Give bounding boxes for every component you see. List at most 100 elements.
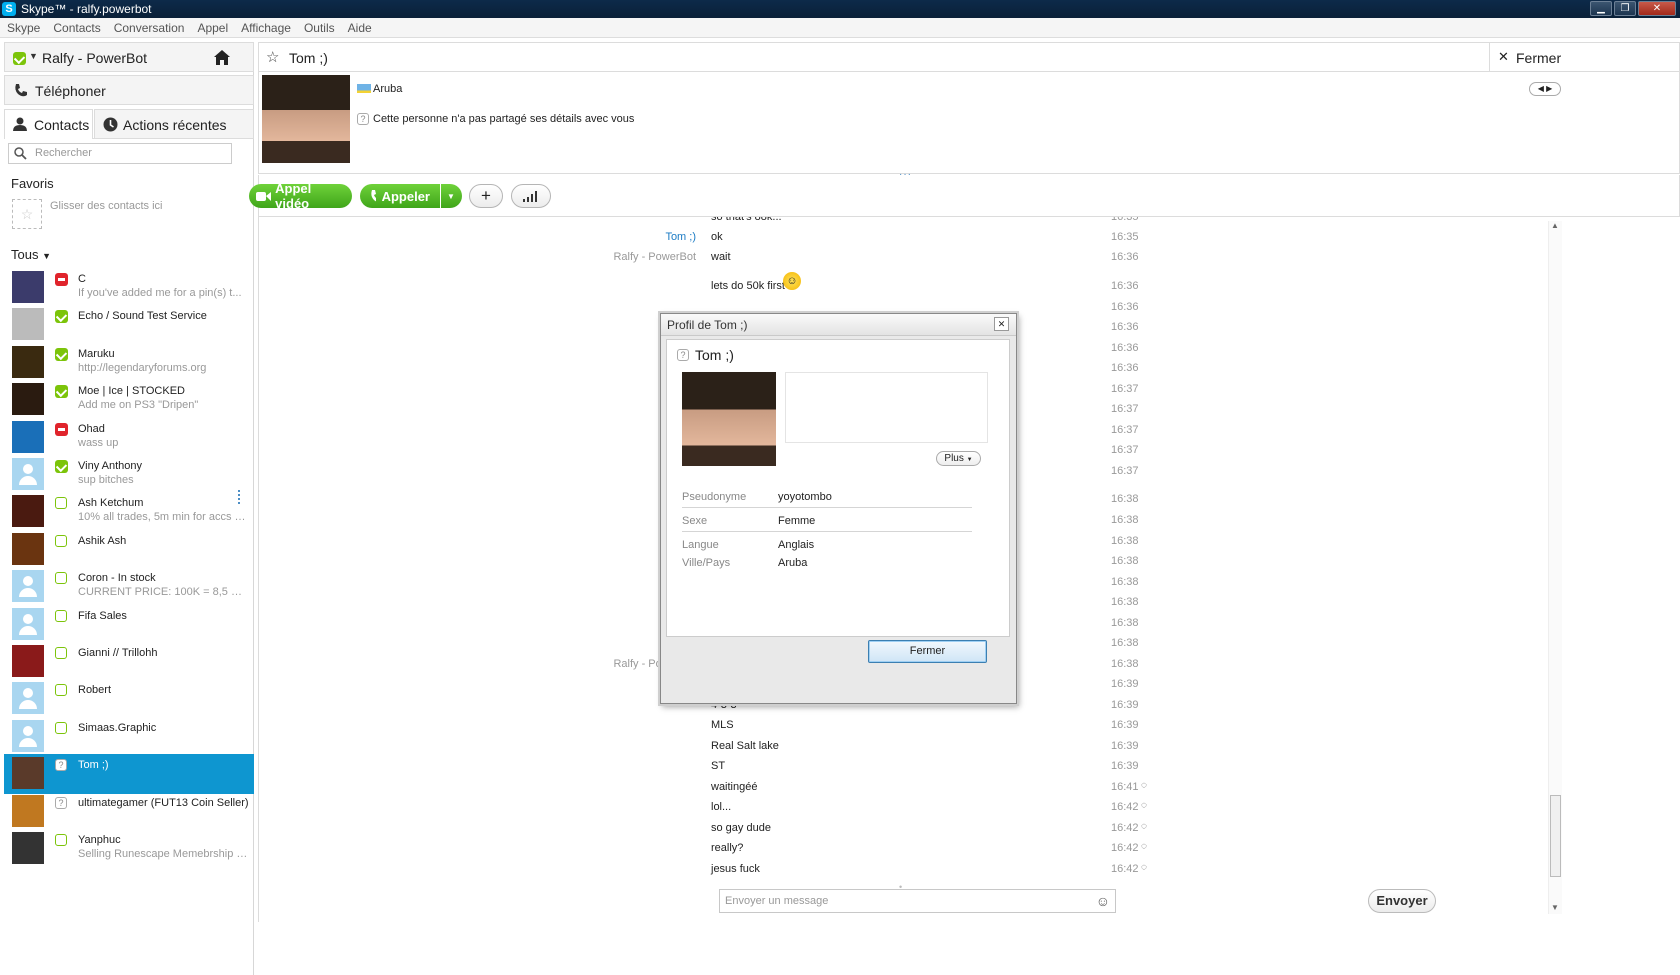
send-button[interactable]: Envoyer bbox=[1368, 889, 1436, 913]
contact-avatar bbox=[12, 495, 44, 528]
message-text: so that's 88k... bbox=[711, 217, 782, 223]
contact-avatar bbox=[12, 345, 44, 378]
contact-list: C If you've added me for a pin(s) t... Ech… bbox=[4, 268, 254, 868]
message-time: 16:38 bbox=[1111, 617, 1139, 629]
status-unknown-icon: ? bbox=[55, 759, 67, 772]
profile-field-value: Aruba bbox=[778, 557, 808, 569]
prev-next-arrows[interactable]: ◀ ▶ bbox=[1529, 82, 1561, 96]
dialog-close-button[interactable]: Fermer bbox=[868, 640, 987, 663]
close-window-button[interactable]: ✕ bbox=[1638, 1, 1676, 16]
message-time: 16:38 bbox=[1111, 596, 1139, 608]
signal-quality-icon[interactable] bbox=[511, 184, 551, 208]
emoticon-icon[interactable]: ☺ bbox=[1096, 893, 1110, 909]
more-button[interactable]: Plus ▼ bbox=[936, 451, 981, 466]
message-input[interactable]: Envoyer un message ☺ bbox=[719, 889, 1116, 913]
restore-button[interactable]: ❐ bbox=[1614, 1, 1636, 16]
resize-handle[interactable]: ··· bbox=[899, 169, 912, 180]
add-icon[interactable]: + bbox=[469, 184, 503, 208]
chat-scrollbar[interactable]: ▲ ▼ bbox=[1548, 221, 1562, 914]
dialog-title-bar: Profil de Tom ;) ✕ bbox=[661, 314, 1016, 336]
contact-item[interactable]: Ash Ketchum 10% all trades, 5m min for ac… bbox=[4, 492, 254, 532]
call-dropdown-icon[interactable]: ▼ bbox=[441, 184, 462, 208]
call-button[interactable]: Appeler bbox=[360, 184, 440, 208]
signal-bars-icon bbox=[523, 191, 537, 202]
video-call-button[interactable]: Appel vidéo bbox=[249, 181, 352, 211]
status-offline-icon bbox=[55, 534, 67, 547]
video-camera-icon bbox=[256, 191, 271, 201]
message-text: so gay dude bbox=[711, 822, 771, 834]
menu-contacts[interactable]: Contacts bbox=[53, 21, 100, 35]
contact-item[interactable]: ? ultimategamer (FUT13 Coin Seller) bbox=[4, 792, 254, 832]
search-input[interactable]: Rechercher bbox=[8, 143, 232, 164]
contact-item[interactable]: Fifa Sales bbox=[4, 605, 254, 645]
splitter-handle[interactable] bbox=[238, 490, 240, 504]
status-offline-icon bbox=[55, 572, 67, 585]
message-row: so gay dude 16:42 ◌ bbox=[259, 821, 1539, 838]
contact-item[interactable]: Simaas.Graphic bbox=[4, 717, 254, 757]
contact-item[interactable]: Coron - In stock CURRENT PRICE: 100K = 8,… bbox=[4, 567, 254, 607]
message-text: ok bbox=[711, 231, 723, 243]
menu-appel[interactable]: Appel bbox=[197, 21, 228, 35]
message-row: Tom ;) ok 16:35 bbox=[259, 231, 1539, 247]
status-unknown-icon: ? bbox=[55, 796, 67, 809]
contact-item[interactable]: C If you've added me for a pin(s) t... bbox=[4, 268, 254, 308]
contact-name: Yanphuc bbox=[78, 834, 121, 846]
message-row: so that's 88k... 16:35 bbox=[259, 217, 1539, 227]
menu-affichage[interactable]: Affichage bbox=[241, 21, 291, 35]
close-conversation-button[interactable]: ✕ Fermer bbox=[1489, 43, 1569, 71]
status-dropdown-icon[interactable]: ▼ bbox=[29, 51, 38, 61]
message-text: really? bbox=[711, 842, 744, 854]
contact-item[interactable]: Ohad wass up bbox=[4, 418, 254, 458]
phone-call-bar[interactable]: Téléphoner bbox=[4, 75, 254, 105]
favorite-star-icon[interactable]: ☆ bbox=[266, 48, 279, 66]
contact-name: Viny Anthony bbox=[78, 460, 143, 472]
contact-item[interactable]: Moe | Ice | STOCKED Add me on PS3 "Dripen… bbox=[4, 380, 254, 420]
contact-item[interactable]: Gianni // Trillohh bbox=[4, 642, 254, 682]
message-row: Real Salt lake 16:39 bbox=[259, 740, 1539, 756]
minimize-button[interactable]: ▁ bbox=[1590, 1, 1612, 16]
contact-avatar bbox=[12, 682, 44, 715]
message-text: wait bbox=[711, 251, 731, 263]
message-time: 16:36 bbox=[1111, 362, 1139, 374]
composer-resize-handle[interactable]: • bbox=[899, 882, 902, 892]
status-online-icon[interactable] bbox=[13, 52, 26, 65]
contact-item[interactable]: ? Tom ;) bbox=[4, 754, 254, 795]
contact-mood: sup bitches bbox=[78, 474, 134, 486]
contact-avatar bbox=[12, 532, 44, 565]
contact-location: Aruba bbox=[373, 83, 403, 95]
tab-recent-actions[interactable]: Actions récentes bbox=[94, 109, 254, 139]
home-icon[interactable] bbox=[213, 49, 231, 66]
profile-field-row: Pseudonyme yoyotombo bbox=[682, 490, 972, 508]
profile-name[interactable]: Ralfy - PowerBot bbox=[42, 50, 147, 66]
favorites-drop-icon[interactable]: ☆ bbox=[12, 199, 42, 229]
menu-outils[interactable]: Outils bbox=[304, 21, 335, 35]
contact-item[interactable]: Ashik Ash bbox=[4, 530, 254, 570]
message-time: 16:38 bbox=[1111, 493, 1139, 505]
contact-item[interactable]: Yanphuc Selling Runescape Memebrship a... bbox=[4, 829, 254, 869]
scroll-up-icon[interactable]: ▲ bbox=[1551, 221, 1559, 230]
message-time: 16:39 bbox=[1111, 719, 1139, 731]
status-offline-icon bbox=[55, 684, 67, 697]
contact-avatar bbox=[12, 308, 44, 341]
contact-name: Ashik Ash bbox=[78, 534, 127, 547]
profile-bar[interactable]: ▼ Ralfy - PowerBot bbox=[4, 42, 254, 72]
message-time: 16:37 bbox=[1111, 403, 1139, 415]
menu-skype[interactable]: Skype bbox=[7, 21, 40, 35]
contact-item[interactable]: Viny Anthony sup bitches bbox=[4, 455, 254, 495]
scrollbar-thumb[interactable] bbox=[1550, 795, 1561, 877]
scroll-down-icon[interactable]: ▼ bbox=[1551, 903, 1559, 912]
menu-conversation[interactable]: Conversation bbox=[114, 21, 185, 35]
contact-avatar[interactable] bbox=[262, 75, 350, 163]
filter-dropdown[interactable]: Tous ▼ bbox=[11, 247, 51, 262]
status-online-icon bbox=[55, 385, 68, 399]
profile-field-row: Sexe Femme bbox=[682, 514, 972, 532]
contact-item[interactable]: Robert bbox=[4, 679, 254, 719]
contact-item[interactable]: Maruku http://legendaryforums.org bbox=[4, 343, 254, 383]
profile-field-label: Sexe bbox=[682, 515, 708, 527]
tab-contacts[interactable]: Contacts bbox=[4, 109, 93, 139]
dialog-title: Profil de Tom ;) bbox=[667, 318, 748, 332]
message-time: 16:39 bbox=[1111, 760, 1139, 772]
contact-item[interactable]: Echo / Sound Test Service bbox=[4, 305, 254, 345]
dialog-close-icon[interactable]: ✕ bbox=[994, 317, 1009, 331]
menu-aide[interactable]: Aide bbox=[348, 21, 372, 35]
